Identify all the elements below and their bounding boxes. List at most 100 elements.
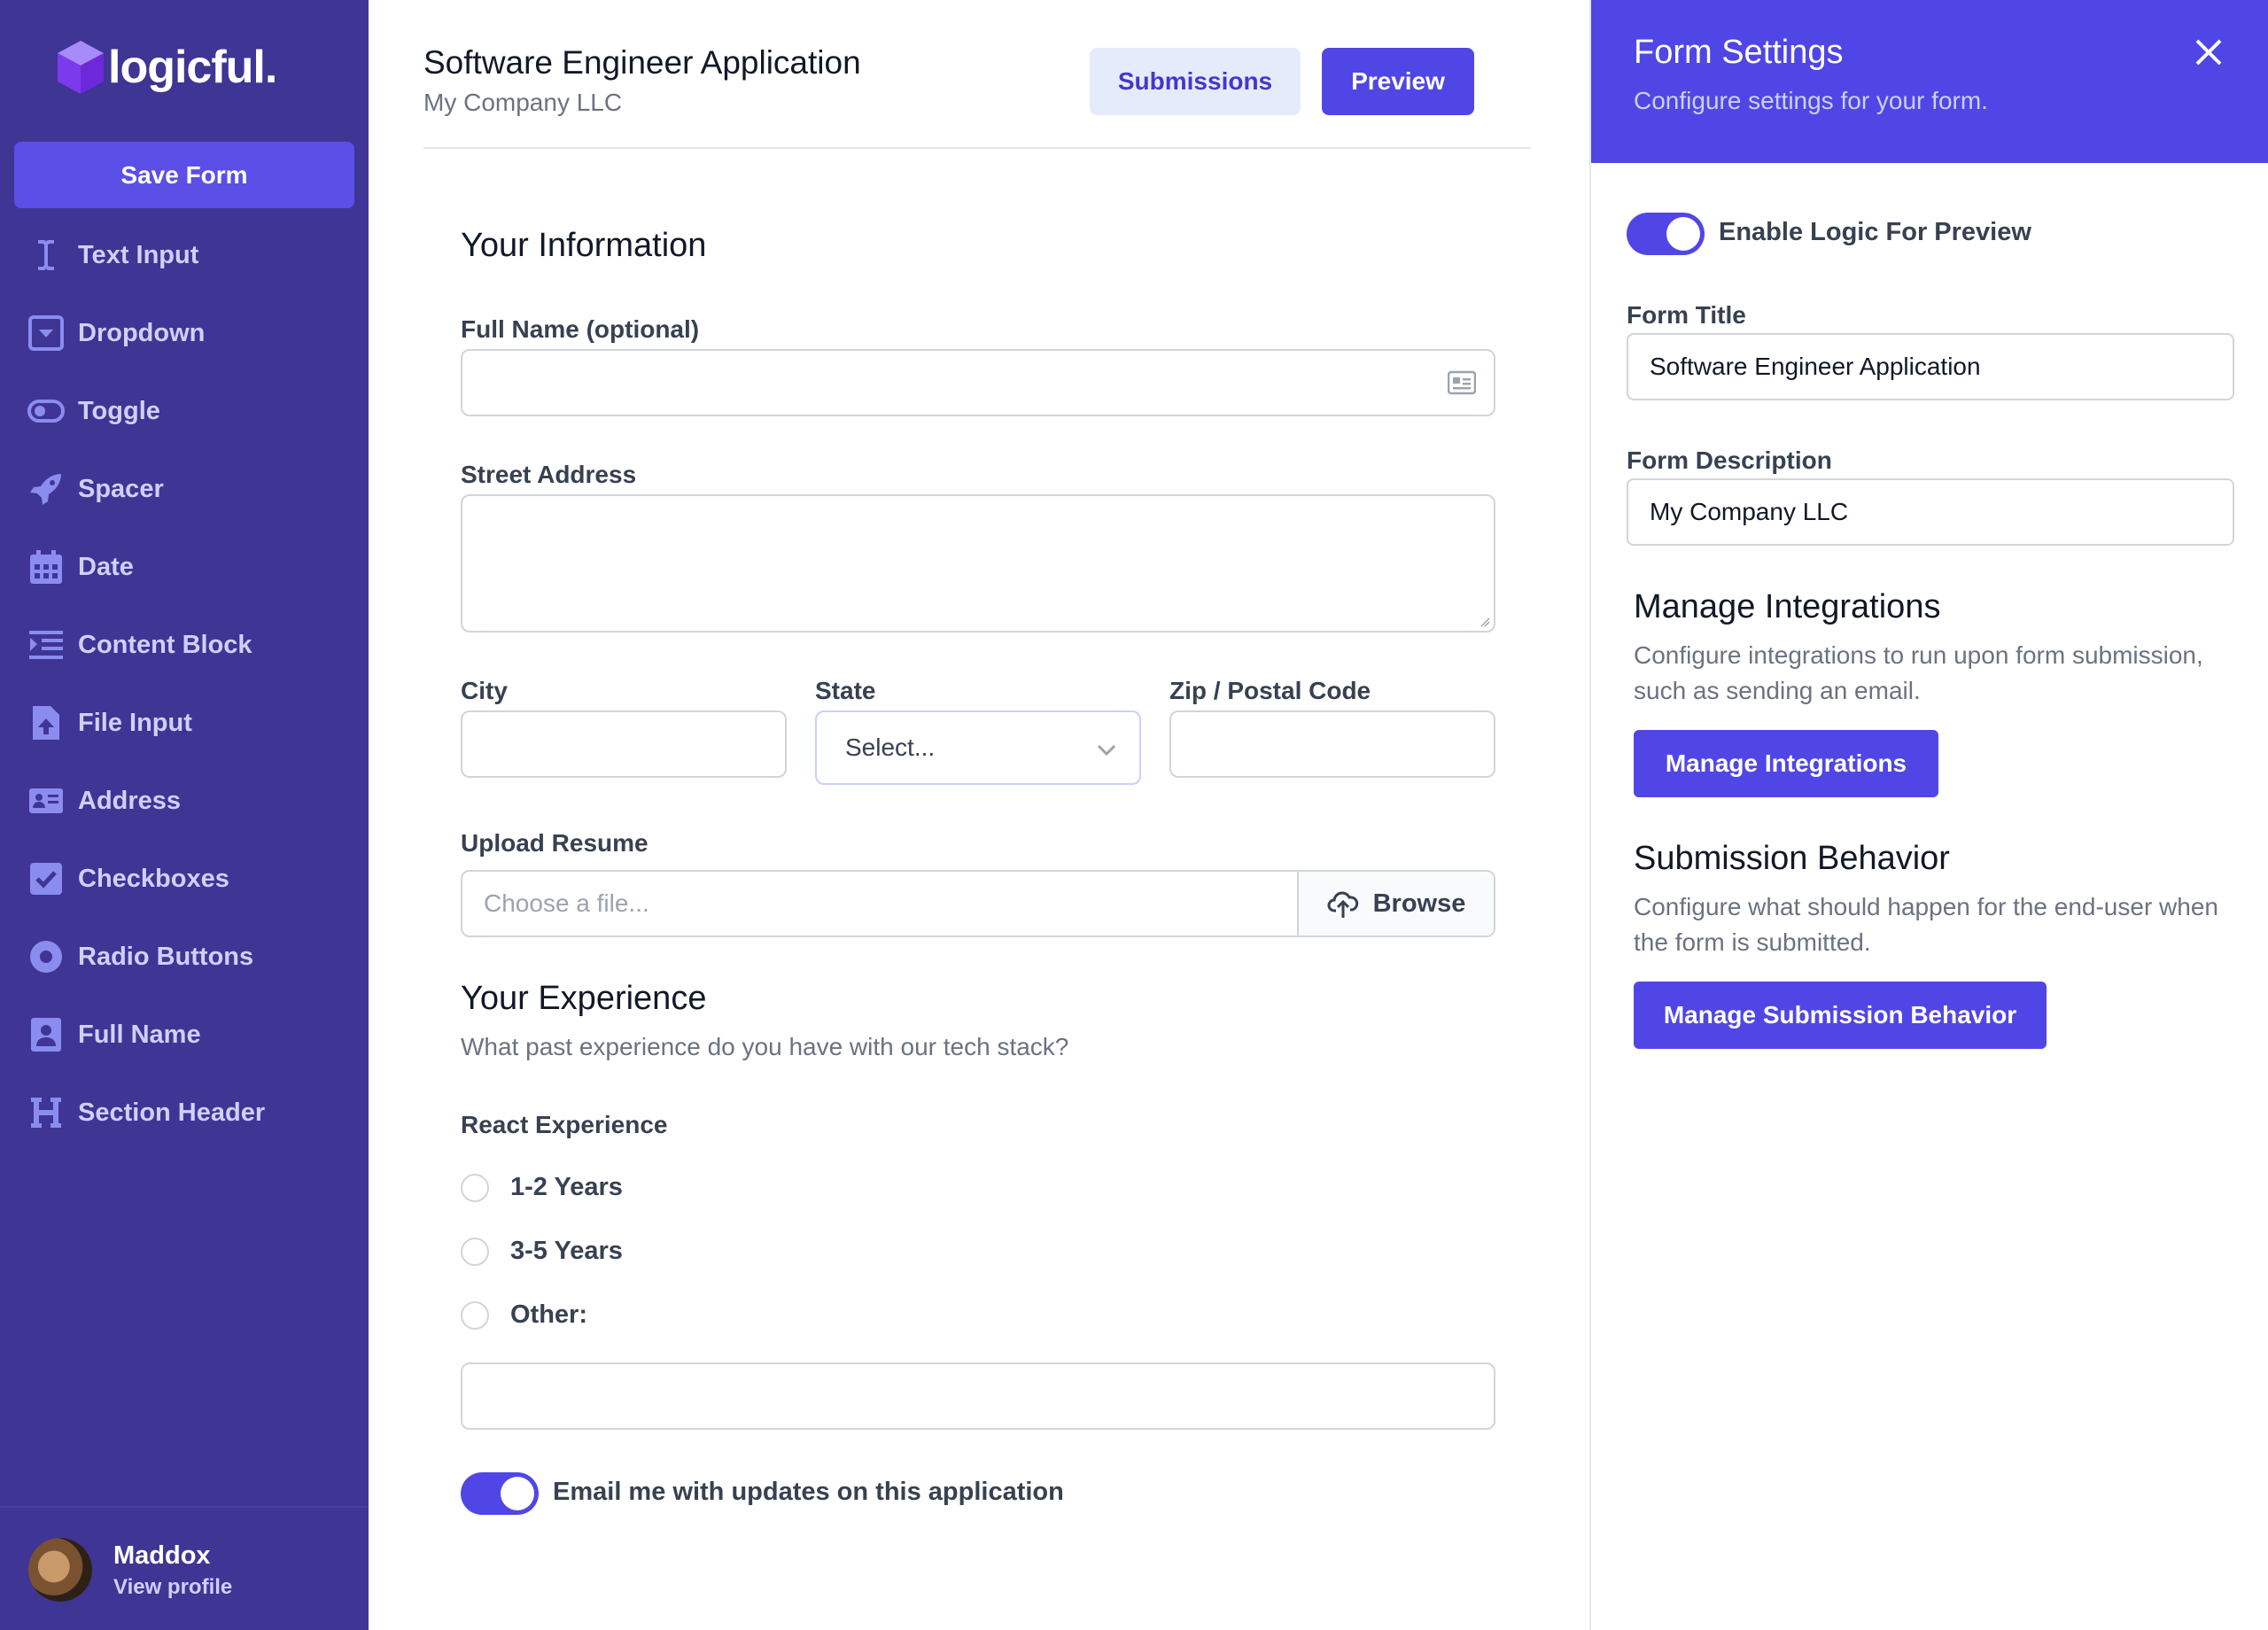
text-cursor-icon [27,236,66,275]
form-builder-canvas: Software Engineer Application My Company… [369,0,1589,1630]
radio-option[interactable]: 1-2 Years [461,1173,623,1202]
user-icon [27,1015,66,1054]
field-palette: Text Input Dropdown Toggle Spacer Date C… [0,216,369,1152]
sidebar-item-label: File Input [78,708,192,737]
view-profile-link[interactable]: View profile [113,1575,232,1600]
radio-option-label: 3-5 Years [510,1237,623,1265]
sidebar-item-label: Content Block [78,630,252,659]
sidebar: logicful. Save Form Text Input Dropdown … [0,0,369,1630]
page-subtitle: My Company LLC [423,89,623,116]
section-description: What past experience do you have with ou… [461,1033,1069,1060]
address-card-icon [27,781,66,820]
street-address-textarea[interactable] [461,494,1495,633]
dropdown-icon [27,314,66,353]
browse-button[interactable]: Browse [1297,872,1494,935]
zip-label: Zip / Postal Code [1169,677,1371,704]
other-experience-input[interactable] [461,1362,1495,1430]
sidebar-item-label: Toggle [78,396,160,425]
sidebar-item-label: Checkboxes [78,864,229,893]
submission-behavior-description: Configure what should happen for the end… [1634,893,2218,956]
form-description-input[interactable]: My Company LLC [1627,478,2234,546]
rocket-icon [27,470,66,508]
radio-option[interactable]: Other: [461,1300,587,1330]
form-settings-panel: Form Settings Configure settings for you… [1589,0,2268,1630]
integrations-heading: Manage Integrations [1634,588,1941,625]
cube-logo-icon [58,41,104,94]
browse-label: Browse [1372,889,1466,918]
cloud-upload-icon [1327,891,1358,918]
sidebar-item-label: Section Header [78,1098,266,1127]
sidebar-item-section-header[interactable]: Section Header [0,1074,369,1152]
toggle-icon [27,392,66,431]
heading-icon [27,1093,66,1132]
brand-logo[interactable]: logicful. [55,37,277,97]
sidebar-item-label: Radio Buttons [78,942,254,971]
integrations-description: Configure integrations to run upon form … [1634,641,2203,704]
preview-button[interactable]: Preview [1322,48,1474,115]
radio-option-label: 1-2 Years [510,1173,623,1201]
form-title-label: Form Title [1627,301,1746,329]
zip-input[interactable] [1169,710,1495,778]
email-updates-label: Email me with updates on this applicatio… [553,1478,1064,1506]
sidebar-item-checkboxes[interactable]: Checkboxes [0,840,369,918]
file-upload-icon [27,703,66,742]
form-description-label: Form Description [1627,446,1832,474]
save-form-button[interactable]: Save Form [14,142,354,208]
panel-subtitle: Configure settings for your form. [1634,87,1988,114]
sidebar-item-label: Address [78,786,182,815]
page-title: Software Engineer Application [423,44,861,81]
full-name-input[interactable] [461,349,1495,416]
email-updates-toggle[interactable] [461,1472,539,1515]
sidebar-item-text-input[interactable]: Text Input [0,216,369,294]
sidebar-item-address[interactable]: Address [0,762,369,840]
submissions-button[interactable]: Submissions [1090,48,1301,115]
manage-integrations-button[interactable]: Manage Integrations [1634,730,1938,797]
radio-option-label: Other: [510,1300,587,1329]
file-input-placeholder: Choose a file... [484,889,649,917]
sidebar-item-radio-buttons[interactable]: Radio Buttons [0,918,369,996]
sidebar-item-full-name[interactable]: Full Name [0,996,369,1074]
radio-button-icon [27,937,66,976]
radio-circle[interactable] [461,1237,489,1266]
sidebar-item-label: Full Name [78,1020,201,1049]
enable-logic-label: Enable Logic For Preview [1719,218,2031,246]
content-block-icon [27,625,66,664]
chevron-down-icon [1097,744,1116,757]
street-address-label: Street Address [461,461,637,488]
submission-behavior-heading: Submission Behavior [1634,840,1950,877]
sidebar-item-label: Dropdown [78,318,206,347]
sidebar-item-label: Date [78,552,134,581]
resize-handle-icon [1480,617,1490,627]
sidebar-item-spacer[interactable]: Spacer [0,450,369,528]
state-select[interactable]: Select... [815,710,1141,785]
avatar[interactable] [28,1538,92,1602]
sidebar-item-toggle[interactable]: Toggle [0,372,369,450]
brand-name: logicful. [108,42,277,93]
close-icon[interactable] [2190,34,2227,71]
manage-submission-behavior-button[interactable]: Manage Submission Behavior [1634,982,2047,1049]
upload-resume-label: Upload Resume [461,829,649,857]
sidebar-item-date[interactable]: Date [0,528,369,606]
checkbox-icon [27,859,66,898]
sidebar-item-label: Spacer [78,474,164,503]
radio-option[interactable]: 3-5 Years [461,1237,623,1266]
resume-file-input[interactable]: Choose a file... Browse [461,870,1495,937]
section-header-your-experience: Your Experience [461,980,707,1017]
section-header-your-information: Your Information [461,227,707,264]
radio-circle[interactable] [461,1300,489,1330]
radio-circle[interactable] [461,1173,489,1202]
calendar-icon [27,547,66,586]
full-name-label: Full Name (optional) [461,315,700,343]
sidebar-item-label: Text Input [78,240,199,269]
sidebar-item-dropdown[interactable]: Dropdown [0,294,369,372]
user-name: Maddox [113,1541,211,1570]
form-title-input[interactable]: Software Engineer Application [1627,333,2234,400]
city-input[interactable] [461,710,787,778]
sidebar-item-content-block[interactable]: Content Block [0,606,369,684]
user-profile[interactable]: Maddox View profile [0,1506,369,1630]
city-label: City [461,677,508,704]
enable-logic-toggle[interactable] [1627,213,1705,255]
sidebar-item-file-input[interactable]: File Input [0,684,369,762]
panel-header: Form Settings Configure settings for you… [1591,0,2268,163]
contact-card-icon [1448,370,1476,395]
